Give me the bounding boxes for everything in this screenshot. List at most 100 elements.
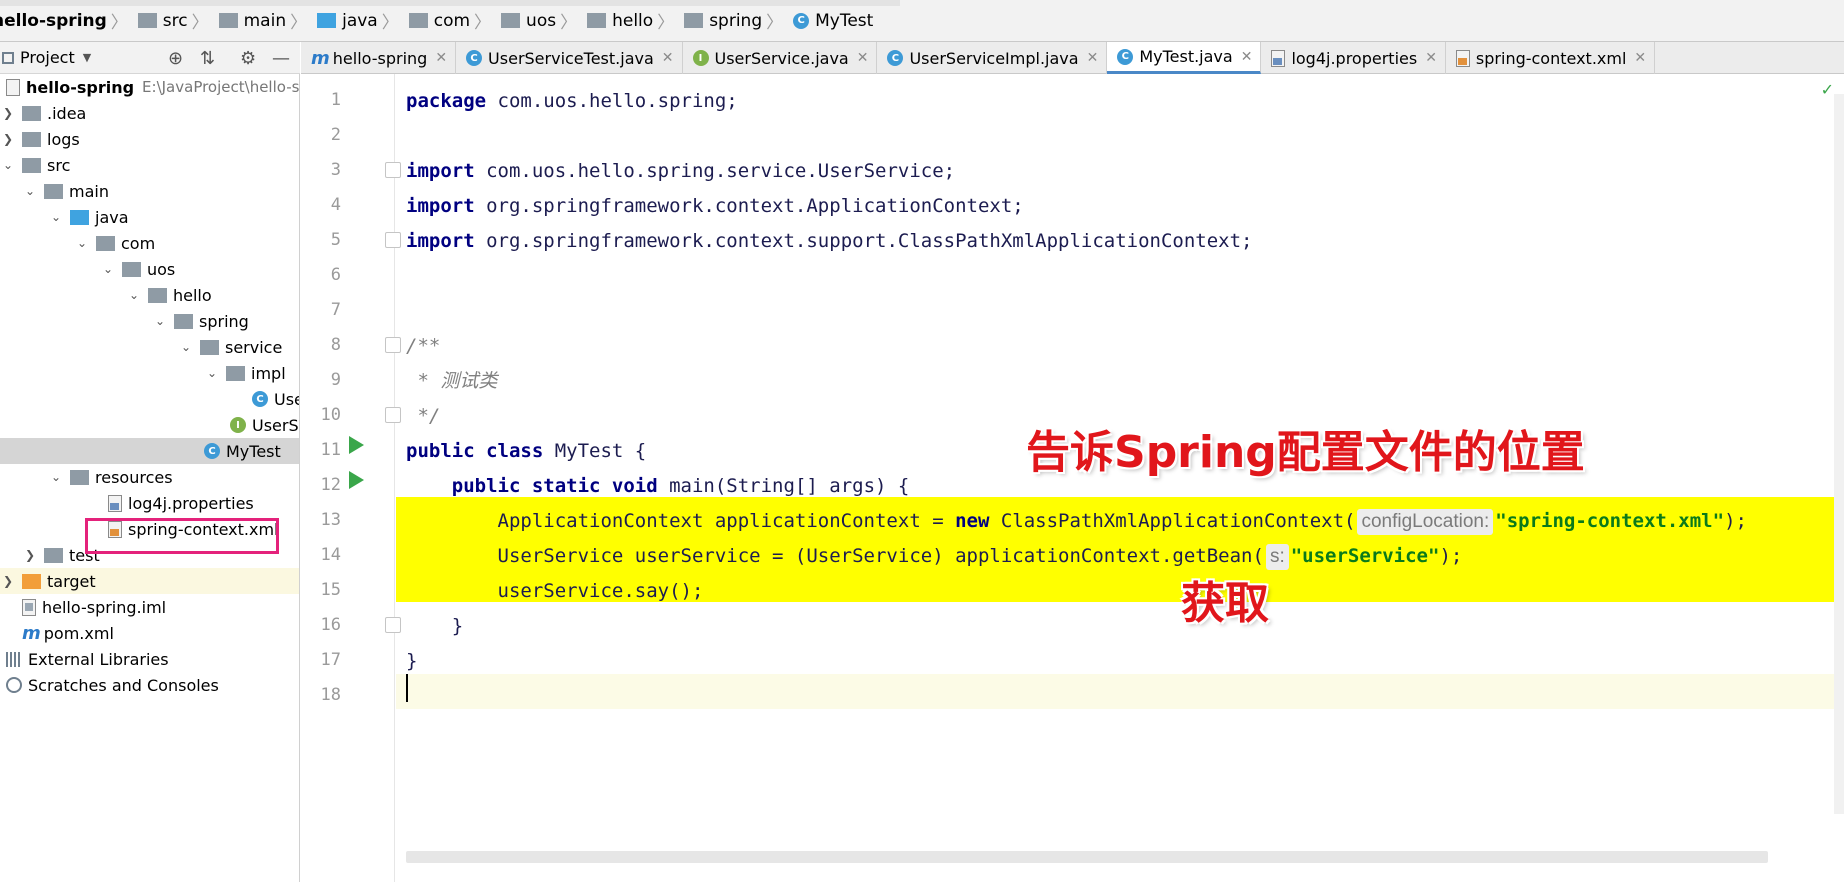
- tab-userservice[interactable]: I UserService.java ✕: [683, 42, 878, 74]
- chevron-down-icon[interactable]: ⌄: [204, 366, 220, 380]
- keyword: public class: [406, 440, 544, 462]
- project-tree: hello-spring E:\JavaProject\hello-spri ❯…: [0, 74, 300, 882]
- tab-spring-context-xml[interactable]: spring-context.xml ✕: [1446, 42, 1656, 74]
- tree-node-logs[interactable]: ❯ logs: [0, 126, 299, 152]
- chevron-down-icon[interactable]: ⌄: [100, 262, 116, 276]
- chevron-right-icon[interactable]: ❯: [22, 548, 38, 562]
- code-line-1: package com.uos.hello.spring;: [406, 84, 738, 119]
- tree-node-src[interactable]: ⌄ src: [0, 152, 299, 178]
- tree-node-impl[interactable]: ⌄ impl: [0, 360, 299, 386]
- chevron-down-icon[interactable]: ⌄: [0, 158, 16, 172]
- breadcrumb-item-project[interactable]: hello-spring: [0, 0, 111, 41]
- horizontal-scrollbar[interactable]: [406, 851, 1768, 863]
- tab-userservicetest[interactable]: C UserServiceTest.java ✕: [456, 42, 683, 74]
- tree-node-hello[interactable]: ⌄ hello: [0, 282, 299, 308]
- package-icon: [148, 287, 167, 303]
- breadcrumb-label: java: [342, 10, 378, 31]
- chevron-down-icon[interactable]: ⌄: [178, 340, 194, 354]
- tree-node-idea[interactable]: ❯ .idea: [0, 100, 299, 126]
- tree-node-pom[interactable]: m pom.xml: [0, 620, 299, 646]
- vertical-scrollbar[interactable]: [1834, 94, 1844, 814]
- breadcrumb-item-main[interactable]: main: [213, 0, 290, 41]
- tree-node-label: Scratches and Consoles: [28, 675, 219, 695]
- fold-marker-icon[interactable]: [385, 617, 401, 633]
- tab-label: spring-context.xml: [1475, 48, 1627, 68]
- chevron-down-icon[interactable]: ⌄: [152, 314, 168, 328]
- chevron-down-icon[interactable]: ⌄: [48, 470, 64, 484]
- folder-icon: [137, 13, 157, 28]
- library-icon: [6, 651, 22, 667]
- breadcrumb-item-hello[interactable]: hello: [581, 0, 657, 41]
- run-class-icon[interactable]: [349, 436, 364, 454]
- chevron-down-icon[interactable]: ⌄: [22, 184, 38, 198]
- tree-node-service[interactable]: ⌄ service: [0, 334, 299, 360]
- source-folder-icon: [70, 209, 89, 225]
- tree-node-iml[interactable]: hello-spring.iml: [0, 594, 299, 620]
- code-text: MyTest {: [543, 440, 647, 462]
- tree-node-log4j-properties[interactable]: log4j.properties: [0, 490, 299, 516]
- class-icon: C: [466, 50, 483, 66]
- tree-node-external-libraries[interactable]: External Libraries: [0, 646, 299, 672]
- tree-node-label: spring: [199, 311, 249, 331]
- close-icon[interactable]: ✕: [1634, 50, 1646, 66]
- breadcrumb-item-src[interactable]: src: [132, 0, 192, 41]
- fold-marker-icon[interactable]: [385, 407, 401, 423]
- code-editor[interactable]: 1 2 3 4 5 6 7 8 9 10 11 12 13 14 15 16 1…: [301, 74, 1844, 882]
- tree-node-target[interactable]: ❯ target: [0, 568, 299, 594]
- breadcrumb-item-spring[interactable]: spring: [678, 0, 766, 41]
- tree-node-userserviceimpl[interactable]: C Use: [0, 386, 299, 412]
- tree-node-spring[interactable]: ⌄ spring: [0, 308, 299, 334]
- chevron-down-icon[interactable]: ⌄: [126, 288, 142, 302]
- tree-node-com[interactable]: ⌄ com: [0, 230, 299, 256]
- tab-hello-spring[interactable]: m hello-spring ✕: [301, 42, 457, 74]
- chevron-right-icon[interactable]: ❯: [0, 132, 16, 146]
- breadcrumb-item-com[interactable]: com: [403, 0, 474, 41]
- close-icon[interactable]: ✕: [1241, 49, 1253, 65]
- line-number: 6: [330, 265, 341, 285]
- tree-node-resources[interactable]: ⌄ resources: [0, 464, 299, 490]
- fold-marker-icon[interactable]: [385, 232, 401, 248]
- tree-node-project-root[interactable]: hello-spring E:\JavaProject\hello-spri: [0, 74, 299, 100]
- run-main-icon[interactable]: [349, 471, 364, 489]
- collapse-all-icon[interactable]: ⇅: [200, 48, 215, 69]
- fold-marker-icon[interactable]: [385, 162, 401, 178]
- code-text: UserService userService = (UserService) …: [406, 545, 1264, 567]
- tree-node-scratches[interactable]: Scratches and Consoles: [0, 672, 299, 698]
- chevron-down-icon[interactable]: ⌄: [48, 210, 64, 224]
- chevron-right-icon[interactable]: ❯: [0, 574, 16, 588]
- minimize-icon[interactable]: —: [272, 48, 290, 69]
- package-icon: [174, 313, 193, 329]
- editor-gutter: 1 2 3 4 5 6 7 8 9 10 11 12 13 14 15 16 1…: [301, 74, 401, 882]
- line-number: 12: [320, 475, 341, 495]
- locate-icon[interactable]: ⊕: [168, 48, 183, 69]
- tree-node-label: java: [95, 207, 129, 227]
- fold-marker-icon[interactable]: [385, 337, 401, 353]
- breadcrumb-item-uos[interactable]: uos: [495, 0, 560, 41]
- breadcrumb-item-java[interactable]: java: [311, 0, 382, 41]
- scratches-icon: [6, 677, 22, 693]
- tree-node-userservice[interactable]: I UserSe: [0, 412, 299, 438]
- line-number: 17: [320, 650, 341, 670]
- chevron-right-icon[interactable]: ❯: [0, 106, 16, 120]
- tree-node-main[interactable]: ⌄ main: [0, 178, 299, 204]
- tree-node-uos[interactable]: ⌄ uos: [0, 256, 299, 282]
- tab-log4j-properties[interactable]: log4j.properties ✕: [1261, 42, 1446, 74]
- code-text: ClassPathXmlApplicationContext(: [989, 510, 1356, 532]
- string-literal: "spring-context.xml": [1495, 510, 1725, 532]
- project-view-selector[interactable]: Project ▼: [0, 48, 91, 67]
- tab-mytest[interactable]: C MyTest.java ✕: [1107, 42, 1262, 74]
- tree-node-java[interactable]: ⌄ java: [0, 204, 299, 230]
- close-icon[interactable]: ✕: [662, 50, 674, 66]
- chevron-down-icon[interactable]: ⌄: [74, 236, 90, 250]
- close-icon[interactable]: ✕: [435, 50, 447, 66]
- code-line-9: * 测试类: [406, 370, 498, 392]
- tab-userserviceimpl[interactable]: C UserServiceImpl.java ✕: [877, 42, 1108, 74]
- breadcrumb-item-mytest[interactable]: C MyTest: [787, 0, 877, 41]
- folder-icon: [22, 157, 41, 173]
- close-icon[interactable]: ✕: [1425, 50, 1437, 66]
- close-icon[interactable]: ✕: [1087, 50, 1099, 66]
- tree-node-mytest[interactable]: C MyTest: [0, 438, 299, 464]
- gear-icon[interactable]: ⚙: [240, 48, 256, 69]
- close-icon[interactable]: ✕: [857, 50, 869, 66]
- code-line-15: userService.say();: [406, 580, 704, 602]
